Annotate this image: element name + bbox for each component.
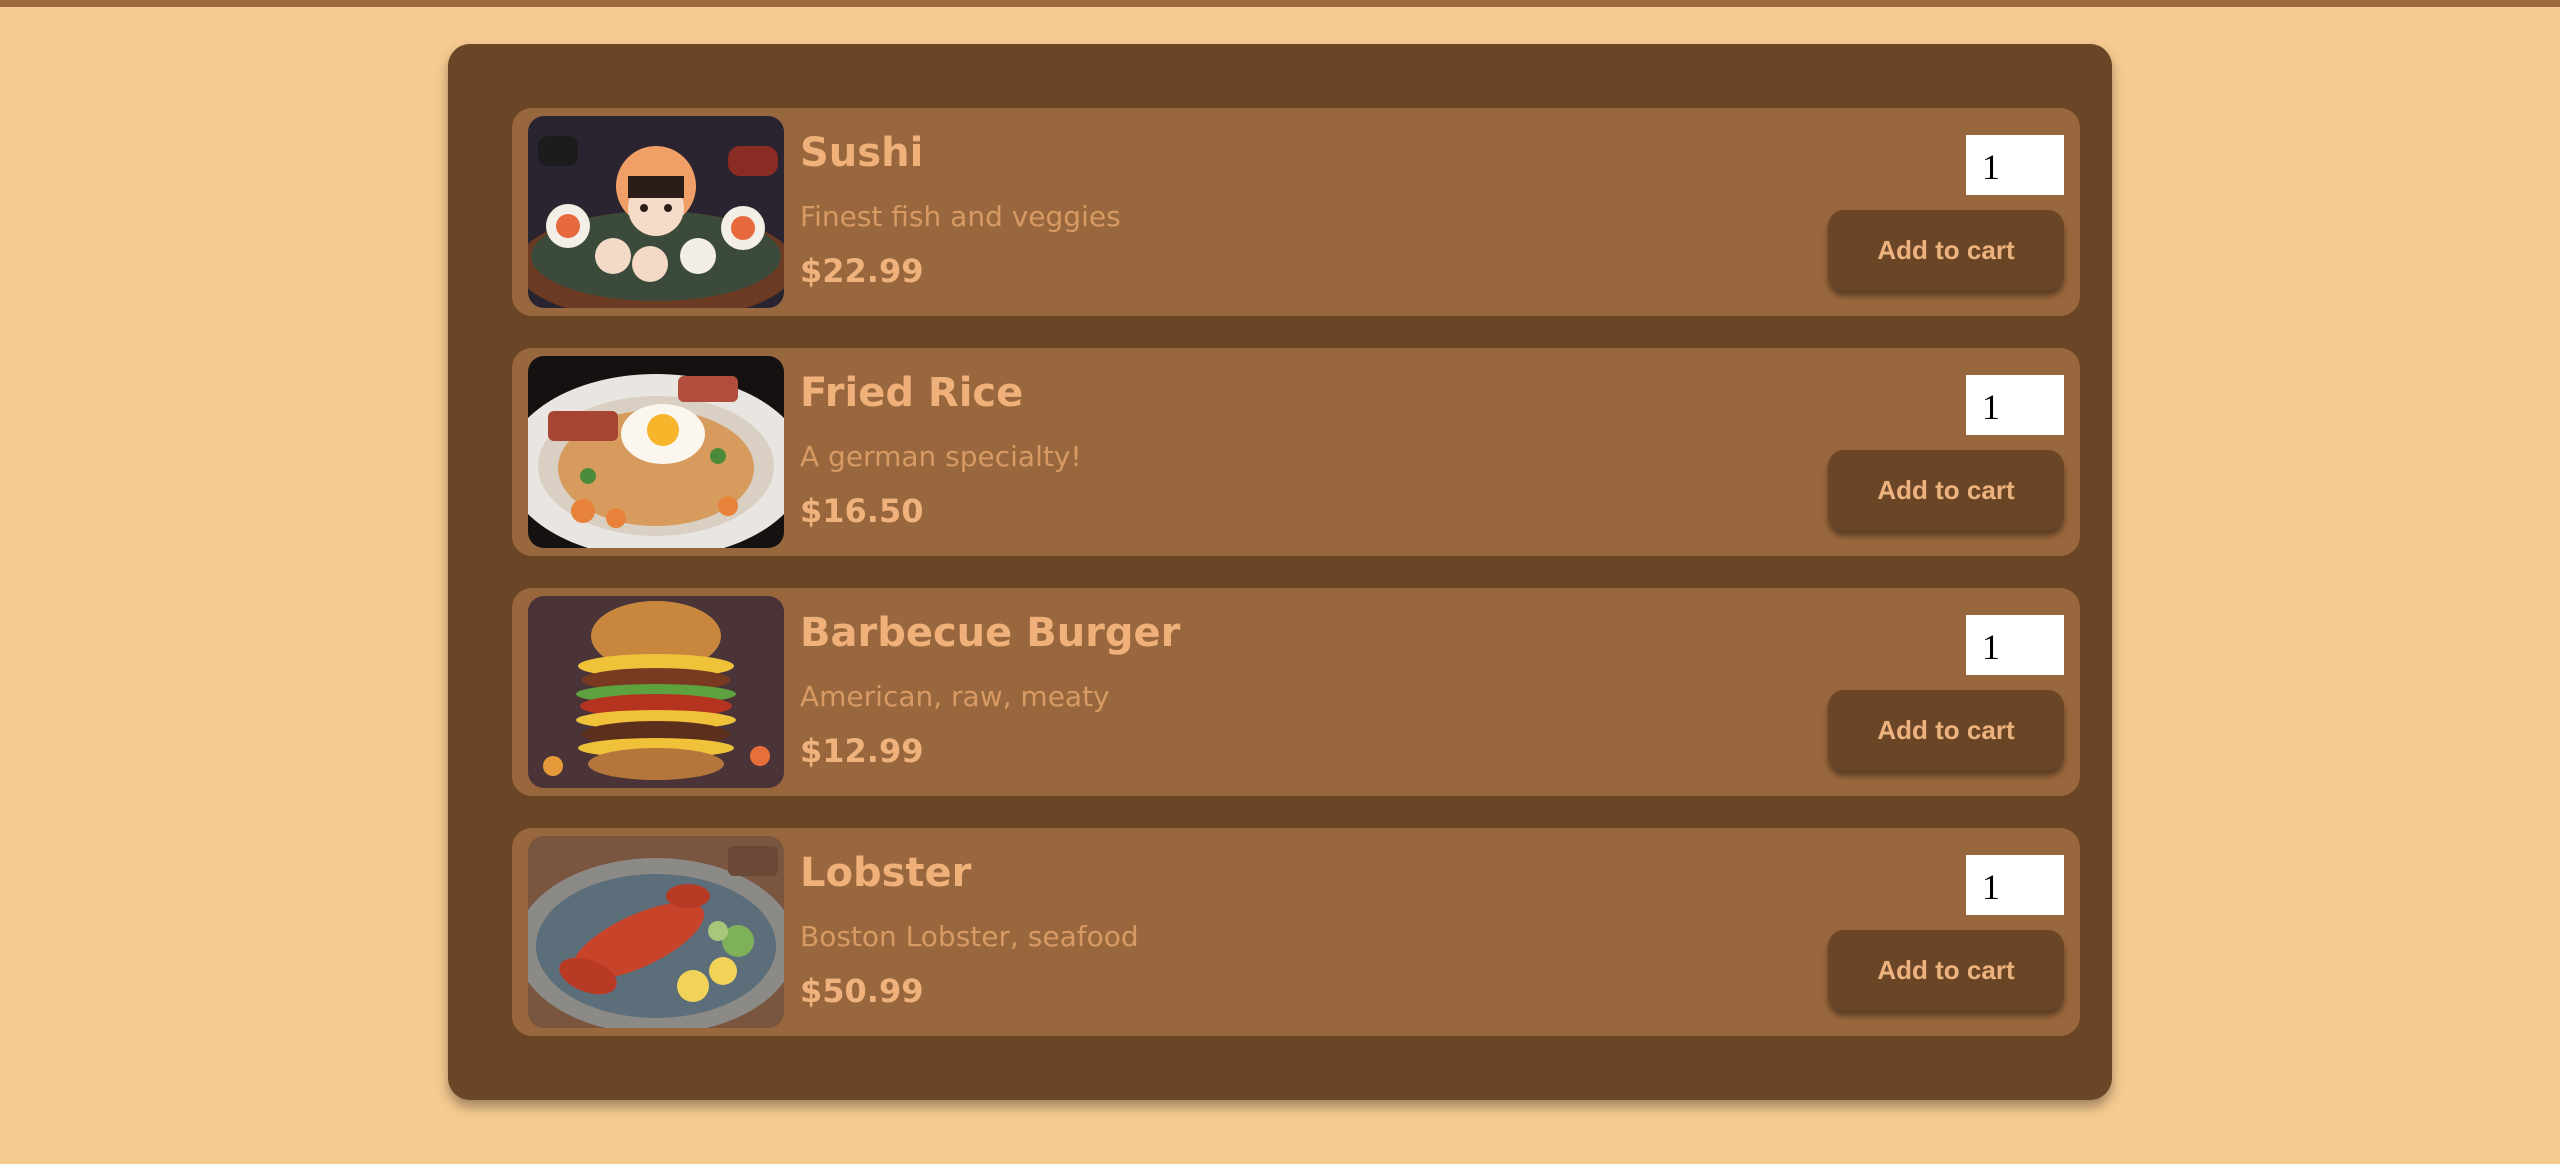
sushi-image (528, 116, 784, 308)
menu-item-barbecue-burger: Barbecue Burger American, raw, meaty $12… (512, 588, 2080, 796)
add-to-cart-button[interactable]: Add to cart (1828, 930, 2064, 1010)
lobster-image (528, 836, 784, 1028)
quantity-input[interactable] (1966, 135, 2064, 195)
quantity-input[interactable] (1966, 375, 2064, 435)
add-to-cart-button[interactable]: Add to cart (1828, 690, 2064, 770)
menu-item-lobster: Lobster Boston Lobster, seafood $50.99 A… (512, 828, 2080, 1036)
item-price: $22.99 (800, 252, 924, 290)
item-name: Lobster (800, 850, 972, 896)
item-description: American, raw, meaty (800, 680, 1110, 713)
top-strip (0, 0, 2560, 7)
item-price: $12.99 (800, 732, 924, 770)
item-price: $50.99 (800, 972, 924, 1010)
menu-item-fried-rice: Fried Rice A german specialty! $16.50 Ad… (512, 348, 2080, 556)
item-description: Finest fish and veggies (800, 200, 1121, 233)
item-name: Fried Rice (800, 370, 1024, 416)
quantity-input[interactable] (1966, 855, 2064, 915)
menu-item-sushi: Sushi Finest fish and veggies $22.99 Add… (512, 108, 2080, 316)
menu-panel: Sushi Finest fish and veggies $22.99 Add… (448, 44, 2112, 1100)
item-name: Barbecue Burger (800, 610, 1181, 656)
item-description: A german specialty! (800, 440, 1082, 473)
fried-rice-image (528, 356, 784, 548)
quantity-input[interactable] (1966, 615, 2064, 675)
item-description: Boston Lobster, seafood (800, 920, 1139, 953)
add-to-cart-button[interactable]: Add to cart (1828, 210, 2064, 290)
barbecue-burger-image (528, 596, 784, 788)
item-price: $16.50 (800, 492, 924, 530)
add-to-cart-button[interactable]: Add to cart (1828, 450, 2064, 530)
item-name: Sushi (800, 130, 924, 176)
